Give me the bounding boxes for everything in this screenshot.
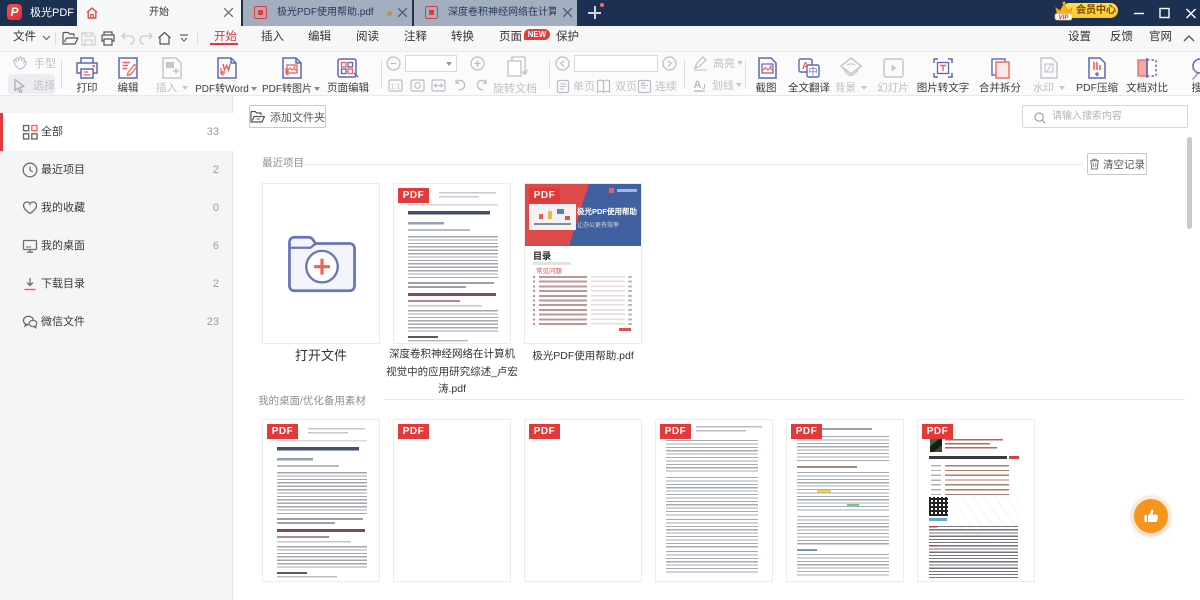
svg-text:A: A [694,79,702,91]
svg-text:VIP: VIP [1059,15,1070,21]
svg-text:中: 中 [808,66,817,77]
svg-text:1:1: 1:1 [391,84,401,91]
